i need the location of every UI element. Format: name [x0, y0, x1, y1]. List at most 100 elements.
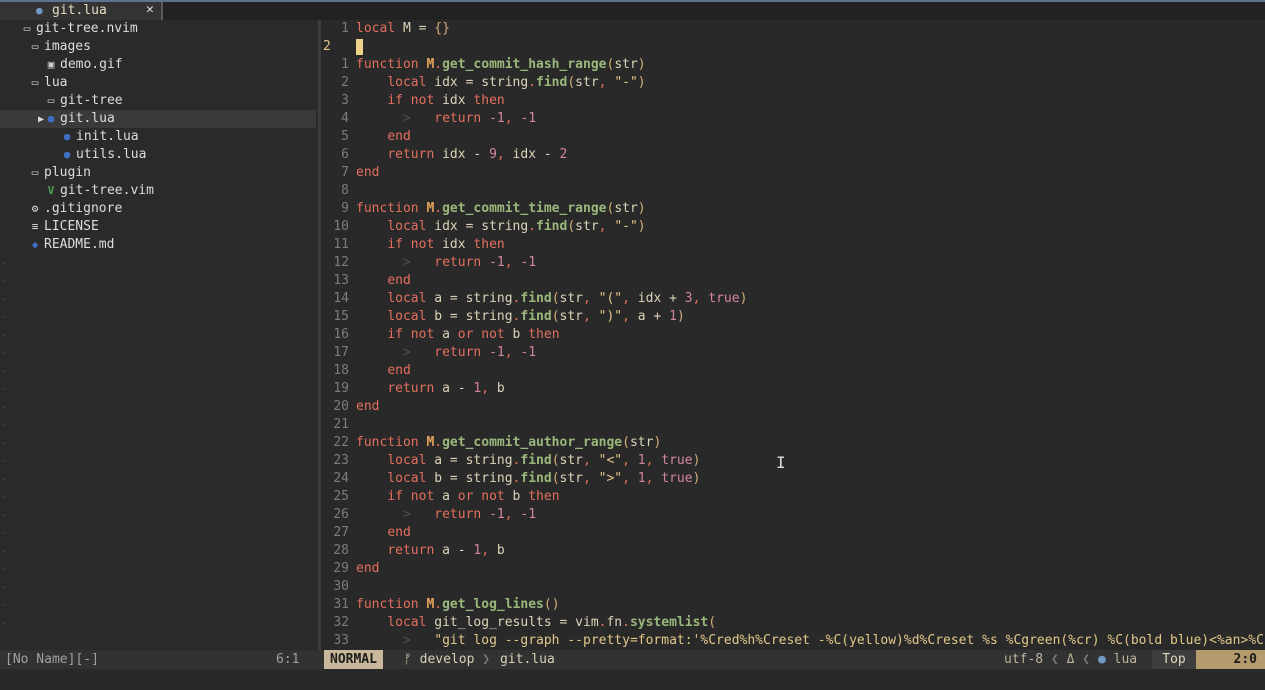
code-editor[interactable]: 1 local M = {} 2 1 function M.get_commit_has…	[321, 20, 1265, 650]
tree-item-demo-gif[interactable]: ▣ demo.gif	[44, 56, 316, 74]
tab-bar: ● git.lua ✕	[0, 2, 1265, 20]
tree-item-plugin[interactable]: ▭ plugin	[28, 164, 316, 182]
empty-line-marker: -	[1, 328, 8, 341]
code-text: function M.get_commit_time_range(str)	[356, 201, 646, 216]
code-text: end	[387, 129, 411, 144]
code-text: > return -1, -1	[402, 255, 537, 270]
line-number: 24	[333, 471, 349, 486]
empty-line-marker: -	[1, 490, 8, 503]
code-text: local idx = string.find(str, "-")	[387, 75, 646, 90]
code-line: 31 function M.get_log_lines()	[321, 596, 1265, 614]
code-line: 13 end	[321, 272, 1265, 290]
code-line: 8	[321, 182, 1265, 200]
code-text: end	[387, 273, 411, 288]
code-text: > return -1, -1	[402, 507, 537, 522]
statusline: [No Name][-] 6:1 NORMAL ᚠ develop ❯ git.…	[0, 650, 1265, 669]
tree-item-init-lua[interactable]: ● init.lua	[60, 128, 316, 146]
code-line: 2	[321, 38, 1265, 56]
tree-item-git-tree[interactable]: ▭ git-tree	[44, 92, 316, 110]
folder-open-icon: ▭	[23, 22, 31, 35]
line-number: 28	[333, 543, 349, 558]
code-text: function M.get_commit_hash_range(str)	[356, 57, 646, 72]
code-line: 11 if not idx then	[321, 236, 1265, 254]
branch-name: develop	[419, 652, 475, 667]
empty-line-marker: -	[1, 418, 8, 431]
code-text: if not idx then	[387, 93, 505, 108]
line-number: 15	[333, 309, 349, 324]
code-line: 21	[321, 416, 1265, 434]
tree-item-lua[interactable]: ▭ lua	[28, 74, 316, 92]
empty-line-marker: -	[1, 436, 8, 449]
close-icon[interactable]: ✕	[146, 2, 154, 17]
code-line: 32 local git_log_results = vim.fn.system…	[321, 614, 1265, 632]
code-line: 6 return idx - 9, idx - 2	[321, 146, 1265, 164]
line-number: 10	[333, 219, 349, 234]
line-number: 23	[333, 453, 349, 468]
line-number: 27	[333, 525, 349, 540]
code-text	[356, 38, 363, 55]
folder-open-icon: ▭	[31, 76, 39, 89]
code-text: end	[387, 525, 411, 540]
code-text: > return -1, -1	[402, 345, 537, 360]
code-text: local M = {}	[356, 21, 450, 36]
line-number: 16	[333, 327, 349, 342]
code-line: 10 local idx = string.find(str, "-")	[321, 218, 1265, 236]
line-number: 26	[333, 507, 349, 522]
code-line: 26 > return -1, -1	[321, 506, 1265, 524]
code-text: end	[356, 561, 380, 576]
line-number: 13	[333, 273, 349, 288]
code-line: 20 end	[321, 398, 1265, 416]
tree-item-root[interactable]: ▭ git-tree.nvim	[20, 20, 336, 38]
tree-item-label: utils.lua	[76, 147, 147, 162]
code-line: 15 local b = string.find(str, ")", a + 1…	[321, 308, 1265, 326]
command-line[interactable]	[0, 669, 1265, 690]
line-number: 9	[341, 201, 349, 216]
lua-icon: ●	[36, 4, 43, 17]
tree-item-license[interactable]: ≡ LICENSE	[28, 218, 316, 236]
tree-item-gitignore[interactable]: ⚙ .gitignore	[28, 200, 316, 218]
line-number: 33	[333, 633, 349, 648]
empty-line-marker: -	[1, 598, 8, 611]
mouse-ibeam-cursor: I	[776, 453, 786, 472]
line-number: 6	[341, 147, 349, 162]
line-number: 18	[333, 363, 349, 378]
line-number: 3	[341, 93, 349, 108]
tree-item-git-lua[interactable]: ▶ ● git.lua	[0, 110, 316, 128]
line-number: 30	[333, 579, 349, 594]
line-number: 12	[333, 255, 349, 270]
line-number: 21	[333, 417, 349, 432]
git-branch-icon: ᚠ	[404, 652, 420, 667]
lua-icon: ●	[47, 112, 55, 125]
tree-item-utils-lua[interactable]: ● utils.lua	[60, 146, 316, 164]
scroll-position: Top	[1152, 650, 1196, 669]
line-number: 2	[323, 39, 331, 54]
tree-item-images[interactable]: ▭ images	[28, 38, 316, 56]
code-text: return a - 1, b	[387, 543, 505, 558]
code-text: local b = string.find(str, ")", a + 1)	[387, 309, 685, 324]
line-number: 25	[333, 489, 349, 504]
code-text: local b = string.find(str, ">", 1, true)	[387, 471, 701, 486]
code-text: > "git log --graph --pretty=format:'%Cre…	[402, 633, 1264, 648]
code-text: end	[387, 363, 411, 378]
gear-icon: ⚙	[31, 202, 39, 215]
tree-item-git-tree-vim[interactable]: Vgit-tree.vim	[44, 182, 316, 200]
license-icon: ≡	[31, 220, 39, 233]
code-text: return idx - 9, idx - 2	[387, 147, 568, 162]
empty-line-marker: -	[1, 382, 8, 395]
code-line: 23 local a = string.find(str, "<", 1, tr…	[321, 452, 1265, 470]
code-line: 16 if not a or not b then	[321, 326, 1265, 344]
tab-git-lua[interactable]: ● git.lua ✕	[0, 2, 163, 20]
code-text: local a = string.find(str, "<", 1, true)	[387, 453, 701, 468]
tree-item-label: git-tree	[60, 93, 123, 108]
separator-icon: ❮	[1082, 652, 1091, 667]
separator-icon: ❮	[1050, 652, 1059, 667]
line-number: 11	[333, 237, 349, 252]
folder-open-icon: ▭	[31, 40, 39, 53]
mode-indicator: NORMAL	[324, 650, 383, 669]
empty-line-marker: -	[1, 508, 8, 521]
code-line: 33 > "git log --graph --pretty=format:'%…	[321, 632, 1265, 650]
line-number: 1	[341, 57, 349, 72]
tree-item-readme[interactable]: ◆ README.md	[28, 236, 316, 254]
code-line: 1 local M = {}	[321, 20, 1265, 38]
code-line: 24 local b = string.find(str, ">", 1, tr…	[321, 470, 1265, 488]
